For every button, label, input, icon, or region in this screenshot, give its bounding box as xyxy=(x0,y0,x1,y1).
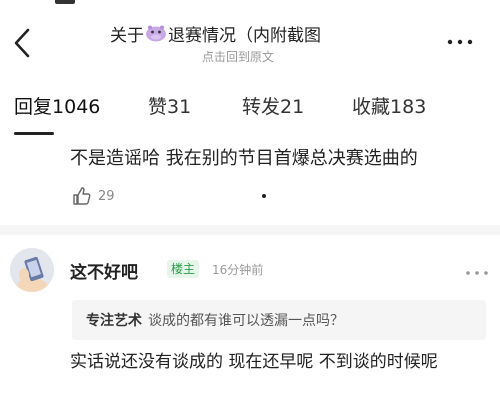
avatar[interactable] xyxy=(10,248,54,292)
tab-count: 31 xyxy=(167,96,192,118)
more-dots-icon xyxy=(466,271,488,275)
quoted-comment[interactable]: 专注艺术 谈成的都有谁可以透漏一点吗？ xyxy=(72,300,486,340)
chevron-left-icon xyxy=(14,28,30,58)
quote-username: 专注艺术 xyxy=(86,313,142,329)
thumbs-up-icon xyxy=(73,187,91,205)
tab-label: 转发 xyxy=(242,96,281,118)
timestamp: 16分钟前 xyxy=(212,263,264,277)
tab-count: 1046 xyxy=(52,96,101,118)
title-prefix: 关于 xyxy=(110,25,144,46)
back-button[interactable] xyxy=(8,26,38,60)
page-title: 关于 退赛情况（内附截图 xyxy=(110,20,410,46)
title-area: 关于 退赛情况（内附截图 点击回到原文 xyxy=(110,20,410,70)
op-badge: 楼主 xyxy=(167,260,200,278)
tab-label: 赞 xyxy=(148,96,168,118)
comment-text: 不是造谣哈 我在别的节目首爆总决赛选曲的 xyxy=(70,148,418,169)
tab-label: 收藏 xyxy=(352,96,391,118)
active-tab-indicator xyxy=(14,132,54,135)
more-button[interactable] xyxy=(440,32,480,52)
more-dots-icon xyxy=(447,39,473,45)
tab-replies[interactable]: 回复1046 xyxy=(14,92,100,119)
tab-bar: 回复1046 赞31 转发21 收藏183 xyxy=(0,92,500,138)
tab-reposts[interactable]: 转发21 xyxy=(242,92,304,119)
tab-count: 183 xyxy=(390,96,427,118)
tab-label: 回复 xyxy=(14,96,53,118)
tab-favorites[interactable]: 收藏183 xyxy=(352,92,426,119)
hippo-emoji-icon xyxy=(146,25,166,42)
header: 关于 退赛情况（内附截图 点击回到原文 xyxy=(0,0,500,80)
tab-count: 21 xyxy=(280,96,305,118)
section-divider xyxy=(0,225,500,235)
username[interactable]: 这不好吧 xyxy=(70,258,138,283)
like-button[interactable]: 29 xyxy=(72,184,115,208)
title-suffix: 退赛情况（内附截图 xyxy=(168,25,321,46)
avatar-image xyxy=(10,248,54,292)
tab-likes[interactable]: 赞31 xyxy=(148,92,191,119)
quote-text: 谈成的都有谁可以透漏一点吗？ xyxy=(148,313,344,329)
like-count: 29 xyxy=(98,188,115,204)
comment-more-button[interactable] xyxy=(462,264,492,276)
reply-text: 实话说还没有谈成的 现在还早呢 不到谈的时候呢 xyxy=(70,352,438,372)
back-to-original-link[interactable]: 点击回到原文 xyxy=(110,48,410,65)
dot-marker xyxy=(262,194,266,198)
